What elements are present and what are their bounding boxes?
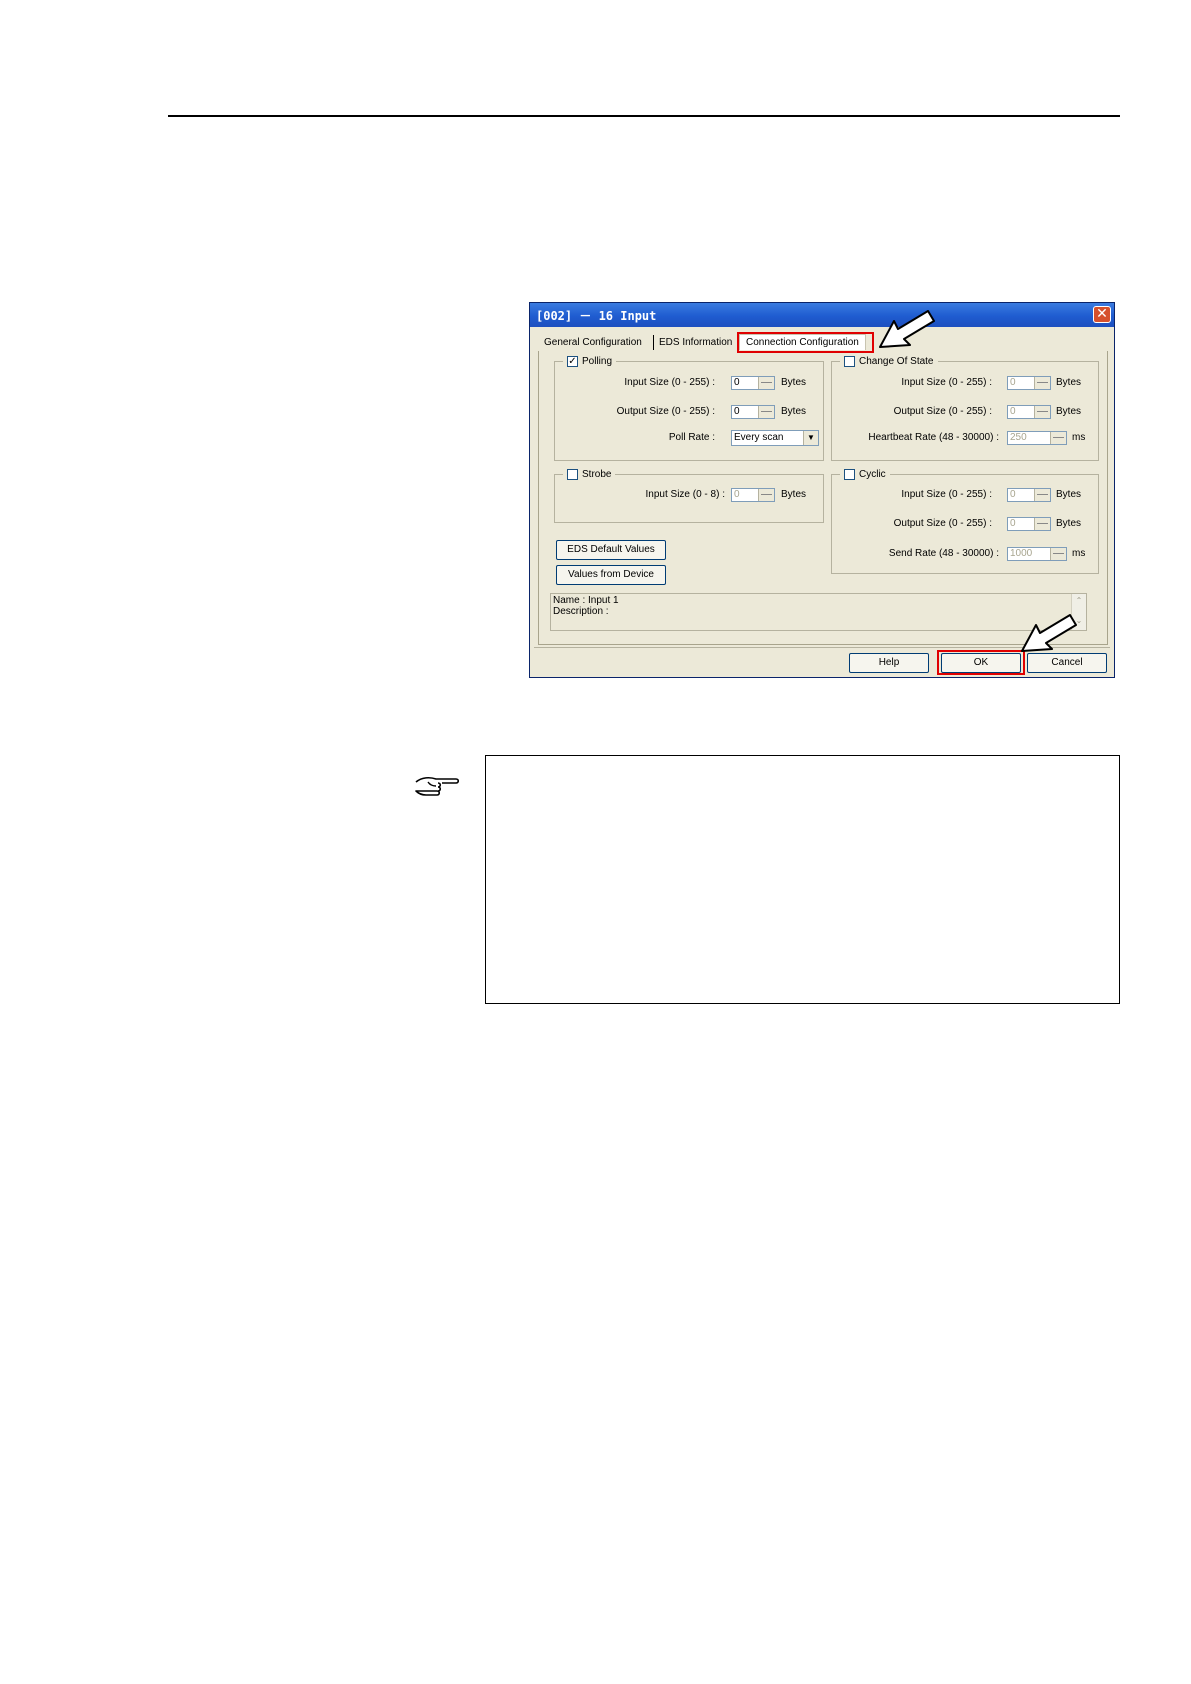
heartbeat-unit: ms [1072, 432, 1086, 443]
cyclic-checkbox[interactable] [844, 469, 855, 480]
close-button[interactable]: ✕ [1093, 306, 1111, 323]
cyclic-input-size-label: Input Size (0 - 255) : [901, 489, 992, 500]
dialog-title: [002] － 16 Input [536, 309, 657, 323]
strobe-input-unit: Bytes [781, 489, 807, 500]
cyclic-group: Cyclic Input Size (0 - 255) : 0 Bytes Ou… [831, 467, 1099, 574]
polling-label: Polling [582, 356, 613, 367]
poll-rate-dropdown[interactable]: Every scan ▼ [731, 430, 819, 446]
cos-output-unit: Bytes [1056, 406, 1082, 417]
poll-rate-label: Poll Rate : [668, 432, 715, 443]
heartbeat-rate-label: Heartbeat Rate (48 - 30000) : [868, 432, 999, 443]
ok-pointer-arrow-icon [1021, 614, 1077, 652]
tab-general-configuration[interactable]: General Configuration [541, 335, 645, 350]
cos-input-size-spinner[interactable]: 0 [1007, 376, 1051, 390]
tab-highlight-box [737, 332, 874, 353]
tab-eds-information[interactable]: EDS Information [653, 335, 735, 350]
eds-default-values-button[interactable]: EDS Default Values [556, 540, 666, 560]
strobe-label: Strobe [582, 469, 612, 480]
polling-input-unit: Bytes [781, 377, 807, 388]
cancel-button[interactable]: Cancel [1027, 653, 1107, 673]
dialog-titlebar[interactable]: [002] － 16 Input ✕ [530, 303, 1114, 327]
strobe-group: Strobe Input Size (0 - 8) : 0 Bytes [554, 467, 824, 523]
cyclic-output-size-label: Output Size (0 - 255) : [893, 518, 992, 529]
change-of-state-label: Change Of State [859, 356, 934, 367]
tab-pointer-arrow-icon [879, 310, 935, 348]
cyclic-output-unit: Bytes [1056, 518, 1082, 529]
send-rate-spinner[interactable]: 1000 [1007, 547, 1067, 561]
polling-group: ✓ Polling Input Size (0 - 255) : 0 Bytes… [554, 354, 824, 461]
heartbeat-rate-spinner[interactable]: 250 [1007, 431, 1067, 445]
strobe-checkbox[interactable] [567, 469, 578, 480]
cos-output-size-label: Output Size (0 - 255) : [893, 406, 992, 417]
polling-output-size-label: Output Size (0 - 255) : [616, 406, 715, 417]
cos-output-size-spinner[interactable]: 0 [1007, 405, 1051, 419]
header-rule [168, 115, 1120, 117]
cos-input-size-label: Input Size (0 - 255) : [901, 377, 992, 388]
polling-checkbox[interactable]: ✓ [567, 356, 578, 367]
strobe-input-size-label: Input Size (0 - 8) : [645, 489, 725, 500]
note-box [485, 755, 1120, 1004]
polling-input-size-label: Input Size (0 - 255) : [624, 377, 715, 388]
ok-highlight-box [937, 650, 1025, 675]
polling-output-unit: Bytes [781, 406, 807, 417]
cyclic-input-size-spinner[interactable]: 0 [1007, 488, 1051, 502]
chevron-down-icon: ▼ [803, 431, 818, 445]
change-of-state-group: Change Of State Input Size (0 - 255) : 0… [831, 354, 1099, 461]
chevron-up-icon[interactable]: ⌃ [1072, 594, 1086, 608]
cyclic-label: Cyclic [859, 469, 886, 480]
info-name: Name : Input 1 [553, 595, 619, 606]
cyclic-output-size-spinner[interactable]: 0 [1007, 517, 1051, 531]
help-button[interactable]: Help [849, 653, 929, 673]
info-description: Description : [553, 606, 609, 617]
polling-input-size-spinner[interactable]: 0 [731, 376, 775, 390]
info-textarea[interactable]: Name : Input 1 Description : ⌃ ⌄ [550, 593, 1087, 631]
cyclic-input-unit: Bytes [1056, 489, 1082, 500]
polling-output-size-spinner[interactable]: 0 [731, 405, 775, 419]
pointing-hand-icon [415, 776, 460, 796]
strobe-input-size-spinner[interactable]: 0 [731, 488, 775, 502]
send-rate-unit: ms [1072, 548, 1086, 559]
change-of-state-checkbox[interactable] [844, 356, 855, 367]
cos-input-unit: Bytes [1056, 377, 1082, 388]
connection-dialog: [002] － 16 Input ✕ General Configuration… [529, 302, 1115, 678]
values-from-device-button[interactable]: Values from Device [556, 565, 666, 585]
send-rate-label: Send Rate (48 - 30000) : [888, 548, 999, 559]
